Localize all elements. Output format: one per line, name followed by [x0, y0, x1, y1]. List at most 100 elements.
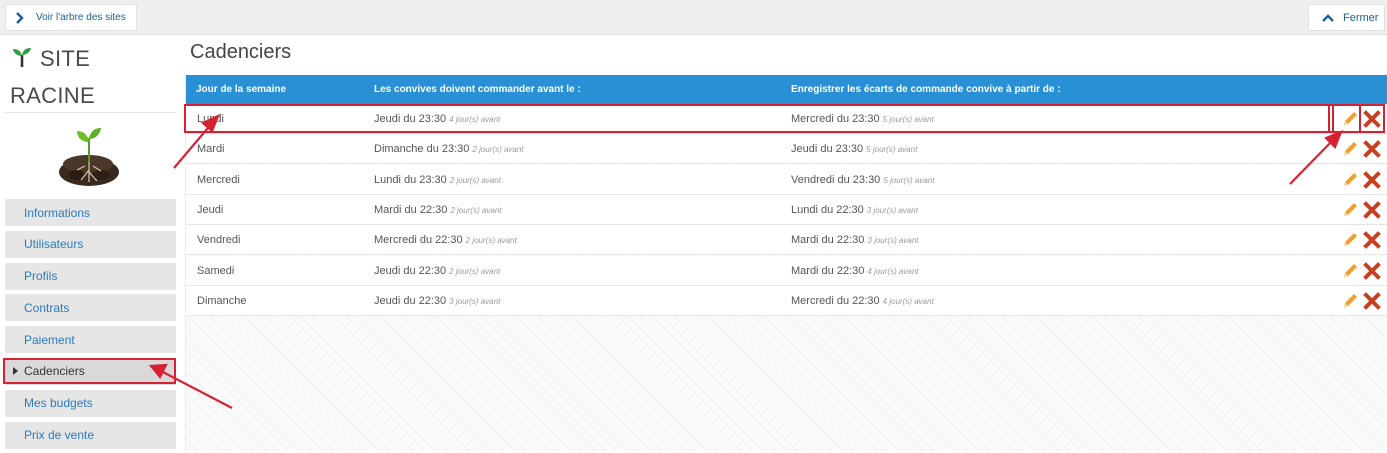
table-row[interactable]: Mercredi Lundi du 23:30 2 jour(s) avant Ven…	[186, 164, 1387, 195]
table-header: Jour de la semaine Les convives doivent …	[186, 75, 1387, 104]
sidebar-item-label: Profils	[24, 269, 58, 284]
column-header-order-before: Les convives doivent commander avant le …	[374, 84, 581, 95]
table-row[interactable]: Dimanche Jeudi du 22:30 3 jour(s) avant Mer…	[186, 285, 1387, 316]
record-from-note: 5 jour(s) avant	[882, 115, 934, 124]
pencil-icon[interactable]	[1341, 231, 1359, 249]
sidebar-item-informations[interactable]: Informations	[5, 199, 176, 226]
close-button[interactable]: Fermer	[1308, 4, 1385, 31]
delete-x-icon[interactable]	[1363, 291, 1381, 310]
sidebar-item-label: Cadenciers	[24, 364, 85, 379]
site-name-line2: RACINE	[10, 83, 95, 108]
sidebar-item-label: Informations	[24, 205, 91, 220]
pencil-icon[interactable]	[1341, 262, 1359, 280]
record-from-note: 3 jour(s) avant	[867, 236, 919, 246]
order-before-note: 3 jour(s) avant	[449, 296, 501, 306]
cell-record-from: Mercredi du 22:30 4 jour(s) avant	[791, 295, 934, 307]
record-from-note: 3 jour(s) avant	[866, 205, 918, 215]
cell-order-before: Mardi du 22:30 2 jour(s) avant	[374, 204, 502, 216]
sidebar-item-label: Mes budgets	[24, 396, 93, 411]
table-row[interactable]: Vendredi Mercredi du 22:30 2 jour(s) avant…	[186, 225, 1387, 256]
record-from-note: 5 jour(s) avant	[866, 145, 918, 155]
cell-order-before: Dimanche du 23:30 2 jour(s) avant	[374, 143, 524, 155]
cell-order-before: Jeudi du 23:30 4 jour(s) avant	[374, 113, 500, 125]
pencil-icon[interactable]	[1341, 171, 1359, 189]
sidebar-divider	[5, 112, 177, 113]
sidebar-item-profils[interactable]: Profils	[5, 262, 176, 290]
chevron-right-icon	[16, 11, 24, 24]
cell-day: Mercredi	[197, 173, 240, 186]
sidebar-item-paiement[interactable]: Paiement	[5, 326, 176, 354]
sidebar-item-mes-budgets[interactable]: Mes budgets	[5, 389, 176, 417]
cell-day: Dimanche	[197, 294, 247, 307]
delete-x-icon[interactable]	[1363, 201, 1381, 219]
sidebar-item-label: Contrats	[24, 300, 70, 315]
sidebar-item-label: Prix de vente	[24, 428, 95, 443]
sidebar-item-utilisateurs[interactable]: Utilisateurs	[5, 230, 176, 258]
site-name-line1: SITE	[40, 46, 91, 71]
table-row[interactable]: Samedi Jeudi du 22:30 2 jour(s) avant Mardi…	[186, 255, 1387, 286]
sidebar-nav: Informations Utilisateurs Profils Contra…	[5, 199, 176, 453]
delete-x-icon[interactable]	[1363, 110, 1381, 128]
order-before-value: Lundi du 23:30	[374, 173, 447, 186]
order-before-note: 4 jour(s) avant	[449, 115, 501, 124]
record-from-note: 5 jour(s) avant	[883, 175, 935, 185]
order-before-value: Mercredi du 22:30	[374, 234, 463, 247]
order-before-value: Jeudi du 22:30	[374, 264, 447, 277]
pencil-icon[interactable]	[1341, 140, 1359, 158]
cell-record-from: Mardi du 22:30 4 jour(s) avant	[791, 265, 919, 277]
cell-record-from: Lundi du 22:30 3 jour(s) avant	[791, 204, 918, 216]
cell-day: Samedi	[197, 264, 235, 277]
sidebar-item-prix-de-vente[interactable]: Prix de vente	[5, 421, 176, 449]
sidebar-item-cadenciers[interactable]: Cadenciers	[5, 357, 176, 385]
order-before-value: Dimanche du 23:30	[374, 143, 470, 156]
cell-day: Lundi	[197, 113, 224, 125]
delete-x-icon[interactable]	[1363, 261, 1381, 280]
order-before-note: 2 jour(s) avant	[450, 205, 502, 215]
record-from-value: Mercredi du 22:30	[791, 294, 880, 307]
cell-order-before: Mercredi du 22:30 2 jour(s) avant	[374, 234, 517, 246]
record-from-value: Mardi du 22:30	[791, 234, 865, 247]
chevron-up-icon	[1322, 13, 1334, 22]
delete-x-icon[interactable]	[1363, 231, 1381, 250]
site-name: SITE RACINE	[10, 40, 178, 114]
table-row[interactable]: Lundi Jeudi du 23:30 4 jour(s) avant Mercre…	[186, 104, 1387, 134]
table-row[interactable]: Mardi Dimanche du 23:30 2 jour(s) avant Jeu…	[186, 134, 1387, 165]
sidebar-item-label: Utilisateurs	[24, 237, 84, 252]
record-from-value: Jeudi du 23:30	[791, 143, 864, 156]
order-before-value: Jeudi du 23:30	[374, 113, 447, 125]
sidebar-item-label: Paiement	[24, 332, 75, 347]
page-title: Cadenciers	[190, 41, 292, 63]
sidebar-item-contrats[interactable]: Contrats	[5, 294, 176, 322]
order-before-note: 2 jour(s) avant	[472, 145, 524, 155]
cell-record-from: Mercredi du 23:30 5 jour(s) avant	[791, 113, 934, 125]
sprout-icon	[13, 48, 31, 67]
record-from-value: Mardi du 22:30	[791, 264, 865, 277]
order-before-note: 2 jour(s) avant	[449, 175, 501, 185]
cell-day: Mardi	[197, 143, 225, 156]
delete-x-icon[interactable]	[1363, 140, 1381, 159]
cell-order-before: Lundi du 23:30 2 jour(s) avant	[374, 174, 501, 186]
record-from-note: 4 jour(s) avant	[882, 296, 934, 306]
order-before-value: Mardi du 22:30	[374, 203, 448, 216]
caret-right-icon	[13, 366, 18, 375]
delete-x-icon[interactable]	[1363, 170, 1381, 189]
cell-record-from: Jeudi du 23:30 5 jour(s) avant	[791, 143, 917, 155]
cell-day: Vendredi	[197, 234, 241, 247]
cell-day: Jeudi	[197, 203, 224, 216]
site-tree-label: Voir l'arbre des sites	[36, 12, 126, 23]
order-before-value: Jeudi du 22:30	[374, 294, 447, 307]
cell-record-from: Vendredi du 23:30 5 jour(s) avant	[791, 174, 934, 186]
record-from-note: 4 jour(s) avant	[867, 266, 919, 276]
table-row[interactable]: Jeudi Mardi du 22:30 2 jour(s) avant Lundi …	[186, 194, 1387, 225]
record-from-value: Lundi du 22:30	[791, 203, 864, 216]
order-before-note: 2 jour(s) avant	[465, 236, 517, 246]
site-tree-button[interactable]: Voir l'arbre des sites	[5, 4, 137, 31]
column-header-record-from: Enregistrer les écarts de commande convi…	[791, 84, 1061, 95]
record-from-value: Vendredi du 23:30	[791, 173, 881, 186]
record-from-value: Mercredi du 23:30	[791, 113, 880, 125]
pencil-icon[interactable]	[1341, 110, 1359, 128]
pencil-icon[interactable]	[1341, 201, 1359, 219]
pencil-icon[interactable]	[1341, 292, 1359, 310]
cell-record-from: Mardi du 22:30 3 jour(s) avant	[791, 234, 919, 246]
cell-order-before: Jeudi du 22:30 3 jour(s) avant	[374, 295, 500, 307]
